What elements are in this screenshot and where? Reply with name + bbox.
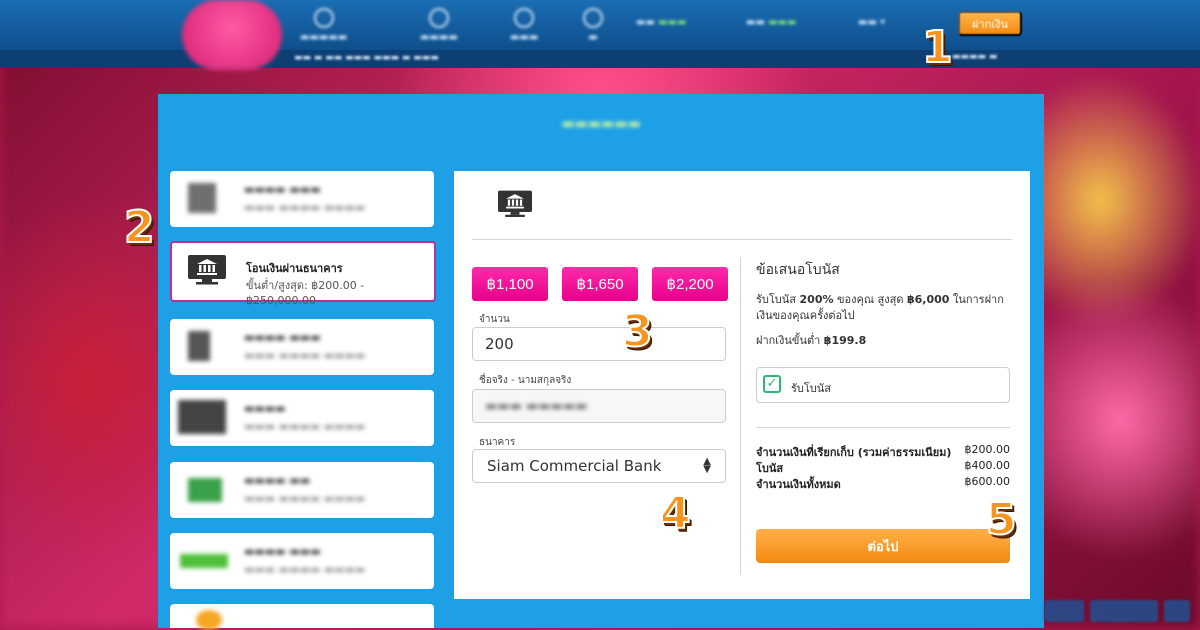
nav-icon [313, 8, 334, 28]
bank-select-value: Siam Commercial Bank [487, 457, 662, 475]
payment-icon [188, 478, 222, 502]
checkbox-checked-icon[interactable]: ✓ [763, 375, 781, 393]
payment-icon [196, 610, 222, 630]
payment-method-4[interactable]: ▬▬▬▬ ▬▬▬ ▬▬▬▬ ▬▬▬▬ [170, 390, 434, 446]
user-info: ▬▬▬▬ ▬ [952, 52, 998, 62]
quick-amount-button-1[interactable]: ฿1,100 [472, 267, 548, 301]
column-divider [740, 257, 741, 575]
bonus-title: ข้อเสนอโบนัส [756, 262, 840, 278]
payment-method-3[interactable]: ▬▬▬▬ ▬▬▬ ▬▬▬ ▬▬▬▬ ▬▬▬▬ [170, 319, 434, 375]
bonus-min-deposit: ฝากเงินขั้นต่ำ ฿199.8 [756, 334, 867, 347]
nav-item-3[interactable]: ▬▬▬ [510, 8, 538, 43]
quick-amount-button-2[interactable]: ฿1,650 [562, 267, 638, 301]
payment-method-6[interactable]: ▬▬▬▬ ▬▬▬ ▬▬▬ ▬▬▬▬ ▬▬▬▬ [170, 533, 434, 589]
payment-icon [188, 331, 210, 361]
step-number-5: 5 [985, 494, 1018, 545]
deposit-button[interactable]: ฝากเงิน [958, 11, 1022, 36]
site-logo [182, 0, 282, 70]
nav-item-2[interactable]: ▬▬▬▬ [420, 8, 458, 43]
payment-icon [178, 400, 226, 434]
nav-item-1[interactable]: ▬▬▬▬▬ [300, 8, 347, 43]
step-number-3: 3 [621, 306, 654, 357]
bank-select[interactable]: Siam Commercial Bank ▲ ▼ [472, 449, 726, 483]
nav-stat-1: ▬▬ ▬▬▬ [636, 17, 687, 28]
bank-monitor-icon [188, 255, 226, 285]
nav-icon [583, 8, 603, 28]
divider [756, 427, 1010, 428]
amount-label: จำนวน [479, 314, 510, 325]
payment-method-bank-transfer[interactable]: โอนเงินผ่านธนาคาร ขั้นต่ำ/สูงสุด: ฿200.0… [170, 241, 436, 307]
next-button[interactable]: ต่อไป [756, 529, 1010, 563]
method-range: ขั้นต่ำ/สูงสุด: ฿200.00 - ฿250,000.00 [246, 279, 365, 307]
quick-amount-button-3[interactable]: ฿2,200 [652, 267, 728, 301]
bonus-description: รับโบนัส 200% ของคุณ สูงสุด ฿6,000 ในการ… [756, 293, 1004, 322]
step-number-4: 4 [659, 488, 692, 539]
nav-stat-3: ▬▬ ▾ [858, 17, 886, 28]
bonus-checkbox-row[interactable]: ✓ รับโบนัส [756, 367, 1010, 403]
select-arrows-icon: ▲ ▼ [703, 456, 711, 475]
corner-widget[interactable] [1044, 600, 1084, 622]
divider [472, 239, 1012, 240]
method-name: โอนเงินผ่านธนาคาร [246, 262, 343, 275]
chat-widget[interactable] [1090, 600, 1158, 622]
deposit-form: ฿1,100 ฿1,650 ฿2,200 จำนวน 200 ชื่อจริง … [454, 171, 1030, 599]
payment-method-5[interactable]: ▬▬▬▬ ▬▬ ▬▬▬ ▬▬▬▬ ▬▬▬▬ [170, 462, 434, 518]
nav-item-4[interactable]: ▬ [583, 8, 603, 43]
full-name-input[interactable]: ▬▬▬ ▬▬▬▬▬ [472, 389, 726, 423]
step-number-2: 2 [123, 202, 156, 253]
bonus-checkbox-label: รับโบนัส [791, 382, 832, 395]
summary-row-total: จำนวนเงินทั้งหมด ฿600.00 [756, 475, 1010, 491]
payment-method-7[interactable] [170, 604, 434, 630]
sub-nav-item[interactable]: ▬▬ ▬ ▬▬ ▬▬▬ ▬▬▬ ▬ ▬▬▬ [294, 53, 439, 63]
sub-navigation-bar [0, 50, 1200, 68]
deposit-panel: ▬▬▬▬▬▬ ▬▬▬▬ ▬▬▬ ▬▬▬ ▬▬▬▬ ▬▬▬▬ โอนเงินผ่า… [158, 94, 1044, 630]
payment-icon [180, 554, 228, 568]
bank-monitor-icon [498, 190, 532, 217]
nav-stat-2: ▬▬ ▬▬▬ [746, 17, 797, 28]
nav-icon [514, 8, 535, 28]
social-widget[interactable] [1164, 600, 1190, 622]
payment-method-qr[interactable]: ▬▬▬▬ ▬▬▬ ▬▬▬ ▬▬▬▬ ▬▬▬▬ [170, 171, 434, 227]
nav-icon [428, 8, 449, 28]
step-number-1: 1 [921, 22, 954, 73]
name-label: ชื่อจริง - นามสกุลจริง [479, 375, 572, 386]
amount-value: 200 [485, 335, 514, 353]
amount-input[interactable]: 200 [472, 327, 726, 361]
qr-code-icon [188, 183, 216, 213]
bank-label: ธนาคาร [479, 437, 516, 448]
panel-title: ▬▬▬▬▬▬ [561, 116, 641, 132]
